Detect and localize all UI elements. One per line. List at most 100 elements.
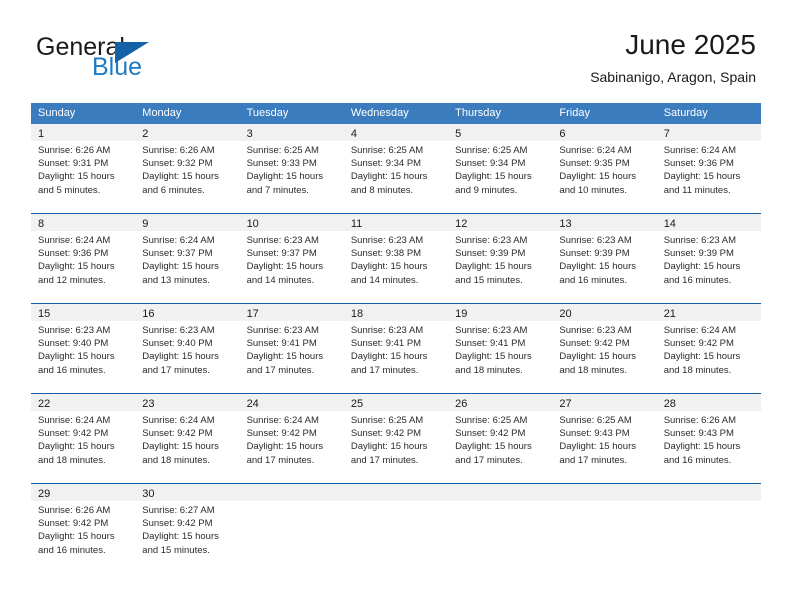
day-details: Sunrise: 6:23 AM Sunset: 9:40 PM Daylight:…	[31, 321, 135, 377]
calendar-day-cell[interactable]: 29 Sunrise: 6:26 AM Sunset: 9:42 PM Dayligh…	[31, 484, 136, 573]
calendar-day-cell[interactable]: 22 Sunrise: 6:24 AM Sunset: 9:42 PM Dayligh…	[31, 394, 136, 483]
day-number-band: 4	[343, 124, 449, 141]
day-details: Sunrise: 6:24 AM Sunset: 9:42 PM Daylight:…	[657, 321, 761, 377]
sunrise-time: Sunrise: 6:24 AM	[38, 415, 111, 426]
daylight-duration-line2: and 16 minutes.	[663, 274, 732, 286]
day-number: 9	[142, 218, 149, 230]
daylight-duration-line1: Daylight: 15 hours	[38, 351, 115, 363]
day-number-band: 20	[552, 304, 657, 321]
daylight-duration-line1: Daylight: 15 hours	[38, 171, 115, 183]
day-details: Sunrise: 6:23 AM Sunset: 9:39 PM Daylight:…	[448, 231, 552, 287]
calendar-day-cell[interactable]: 11 Sunrise: 6:23 AM Sunset: 9:38 PM Dayligh…	[343, 214, 449, 303]
calendar-day-cell[interactable]: 21 Sunrise: 6:24 AM Sunset: 9:42 PM Dayligh…	[656, 304, 761, 393]
day-details: Sunrise: 6:27 AM Sunset: 9:42 PM Daylight:…	[135, 501, 239, 557]
day-number: 10	[246, 218, 259, 230]
daylight-duration-line2: and 17 minutes.	[142, 364, 210, 376]
sunset-time: Sunset: 9:42 PM	[663, 338, 734, 350]
calendar-day-cell[interactable]: 30 Sunrise: 6:27 AM Sunset: 9:42 PM Dayligh…	[135, 484, 240, 573]
day-number-band: 1	[31, 124, 136, 141]
day-number: 14	[663, 218, 676, 230]
day-details: Sunrise: 6:24 AM Sunset: 9:35 PM Daylight:…	[552, 141, 656, 197]
day-number-band: 5	[448, 124, 553, 141]
day-number: 18	[350, 308, 364, 320]
daylight-duration-line2: and 18 minutes.	[663, 364, 732, 376]
sunset-time: Sunset: 9:36 PM	[38, 248, 109, 260]
sunrise-time: Sunrise: 6:25 AM	[350, 145, 424, 156]
day-details: Sunrise: 6:24 AM Sunset: 9:42 PM Daylight:…	[240, 411, 344, 467]
daylight-duration-line1: Daylight: 15 hours	[142, 531, 219, 543]
day-details: Sunrise: 6:26 AM Sunset: 9:31 PM Daylight:…	[31, 141, 135, 197]
day-number-band: 18	[343, 304, 449, 321]
calendar-day-cell[interactable]: 16 Sunrise: 6:23 AM Sunset: 9:40 PM Dayligh…	[135, 304, 240, 393]
day-number: 4	[350, 128, 357, 140]
day-number-band: 30	[135, 484, 240, 501]
weekday-header-saturday: Saturday	[663, 107, 708, 119]
calendar-day-cell[interactable]: 13 Sunrise: 6:23 AM Sunset: 9:39 PM Dayligh…	[552, 214, 657, 303]
day-number-band: 14	[656, 214, 761, 231]
daylight-duration-line1: Daylight: 15 hours	[455, 441, 532, 453]
calendar-day-cell[interactable]: 28 Sunrise: 6:26 AM Sunset: 9:43 PM Dayligh…	[656, 394, 761, 483]
calendar-day-cell[interactable]: 15 Sunrise: 6:23 AM Sunset: 9:40 PM Dayligh…	[31, 304, 136, 393]
day-details: Sunrise: 6:23 AM Sunset: 9:38 PM Daylight:…	[344, 231, 448, 287]
calendar-day-cell[interactable]: 3 Sunrise: 6:25 AM Sunset: 9:33 PM Daylight…	[239, 124, 344, 213]
day-number: 15	[38, 308, 51, 320]
sunset-time: Sunset: 9:36 PM	[663, 158, 734, 170]
daylight-duration-line2: and 12 minutes.	[38, 274, 106, 286]
sunrise-time: Sunrise: 6:23 AM	[246, 325, 319, 336]
sunrise-time: Sunrise: 6:24 AM	[38, 235, 111, 246]
day-number: 3	[246, 128, 253, 140]
calendar-day-cell[interactable]: 7 Sunrise: 6:24 AM Sunset: 9:36 PM Daylight…	[656, 124, 761, 213]
day-details: Sunrise: 6:25 AM Sunset: 9:42 PM Daylight:…	[448, 411, 552, 467]
day-number-band: 27	[552, 394, 657, 411]
calendar-day-cell[interactable]: 25 Sunrise: 6:25 AM Sunset: 9:42 PM Dayligh…	[343, 394, 449, 483]
day-number-band: 26	[448, 394, 553, 411]
calendar-day-cell[interactable]: 26 Sunrise: 6:25 AM Sunset: 9:42 PM Dayligh…	[448, 394, 553, 483]
sunrise-time: Sunrise: 6:25 AM	[455, 145, 528, 156]
sunrise-time: Sunrise: 6:23 AM	[246, 235, 319, 246]
daylight-duration-line1: Daylight: 15 hours	[350, 441, 428, 453]
calendar-day-cell[interactable]: 10 Sunrise: 6:23 AM Sunset: 9:37 PM Dayligh…	[239, 214, 344, 303]
sunset-time: Sunset: 9:42 PM	[350, 428, 422, 440]
calendar-day-cell[interactable]: 12 Sunrise: 6:23 AM Sunset: 9:39 PM Dayligh…	[448, 214, 553, 303]
daylight-duration-line1: Daylight: 15 hours	[142, 171, 219, 183]
sunrise-time: Sunrise: 6:24 AM	[246, 415, 319, 426]
sunset-time: Sunset: 9:35 PM	[559, 158, 630, 170]
calendar-day-cell[interactable]: 2 Sunrise: 6:26 AM Sunset: 9:32 PM Daylight…	[135, 124, 240, 213]
calendar-day-cell[interactable]: 5 Sunrise: 6:25 AM Sunset: 9:34 PM Daylight…	[448, 124, 553, 213]
brand-logo[interactable]: General Blue	[36, 34, 246, 86]
day-number: 25	[350, 398, 364, 410]
calendar-day-cell[interactable]: 4 Sunrise: 6:25 AM Sunset: 9:34 PM Daylight…	[343, 124, 449, 213]
calendar-day-cell[interactable]: 23 Sunrise: 6:24 AM Sunset: 9:42 PM Dayligh…	[135, 394, 240, 483]
calendar-day-cell[interactable]: 20 Sunrise: 6:23 AM Sunset: 9:42 PM Dayligh…	[552, 304, 657, 393]
calendar-day-cell[interactable]: 18 Sunrise: 6:23 AM Sunset: 9:41 PM Dayligh…	[343, 304, 449, 393]
day-number-band: 16	[135, 304, 240, 321]
sunset-time: Sunset: 9:34 PM	[350, 158, 422, 170]
calendar-day-cell[interactable]: 17 Sunrise: 6:23 AM Sunset: 9:41 PM Dayligh…	[239, 304, 344, 393]
calendar-day-cell[interactable]: 1 Sunrise: 6:26 AM Sunset: 9:31 PM Daylight…	[31, 124, 136, 213]
day-number: 12	[455, 218, 468, 230]
calendar-day-cell[interactable]: 27 Sunrise: 6:25 AM Sunset: 9:43 PM Dayligh…	[552, 394, 657, 483]
day-number: 8	[38, 218, 45, 230]
calendar-day-cell[interactable]: 8 Sunrise: 6:24 AM Sunset: 9:36 PM Daylight…	[31, 214, 136, 303]
day-details	[344, 501, 448, 504]
day-details: Sunrise: 6:24 AM Sunset: 9:42 PM Daylight:…	[135, 411, 239, 467]
day-number: 30	[142, 488, 155, 500]
sunset-time: Sunset: 9:41 PM	[246, 338, 317, 350]
sunset-time: Sunset: 9:34 PM	[455, 158, 526, 170]
day-details: Sunrise: 6:24 AM Sunset: 9:37 PM Daylight:…	[135, 231, 239, 287]
calendar-grid: Sunday Monday Tuesday Wednesday Thursday…	[31, 103, 761, 573]
calendar-day-cell[interactable]: 9 Sunrise: 6:24 AM Sunset: 9:37 PM Daylight…	[135, 214, 240, 303]
calendar-day-cell[interactable]: 24 Sunrise: 6:24 AM Sunset: 9:42 PM Dayligh…	[239, 394, 344, 483]
weekday-header-monday: Monday	[142, 107, 182, 119]
calendar-day-cell[interactable]: 19 Sunrise: 6:23 AM Sunset: 9:41 PM Dayligh…	[448, 304, 553, 393]
day-number-band: 15	[31, 304, 136, 321]
calendar-day-cell[interactable]: 6 Sunrise: 6:24 AM Sunset: 9:35 PM Daylight…	[552, 124, 657, 213]
day-number-band: 24	[239, 394, 344, 411]
day-number-band	[343, 484, 449, 501]
calendar-day-cell[interactable]: 14 Sunrise: 6:23 AM Sunset: 9:39 PM Dayligh…	[656, 214, 761, 303]
calendar-day-cell-empty	[239, 484, 344, 573]
calendar-page: General Blue June 2025 Sabinanigo, Arago…	[0, 0, 792, 612]
day-number: 1	[38, 128, 45, 140]
weekday-header-row: Sunday Monday Tuesday Wednesday Thursday…	[31, 103, 761, 124]
daylight-duration-line1: Daylight: 15 hours	[559, 171, 636, 183]
